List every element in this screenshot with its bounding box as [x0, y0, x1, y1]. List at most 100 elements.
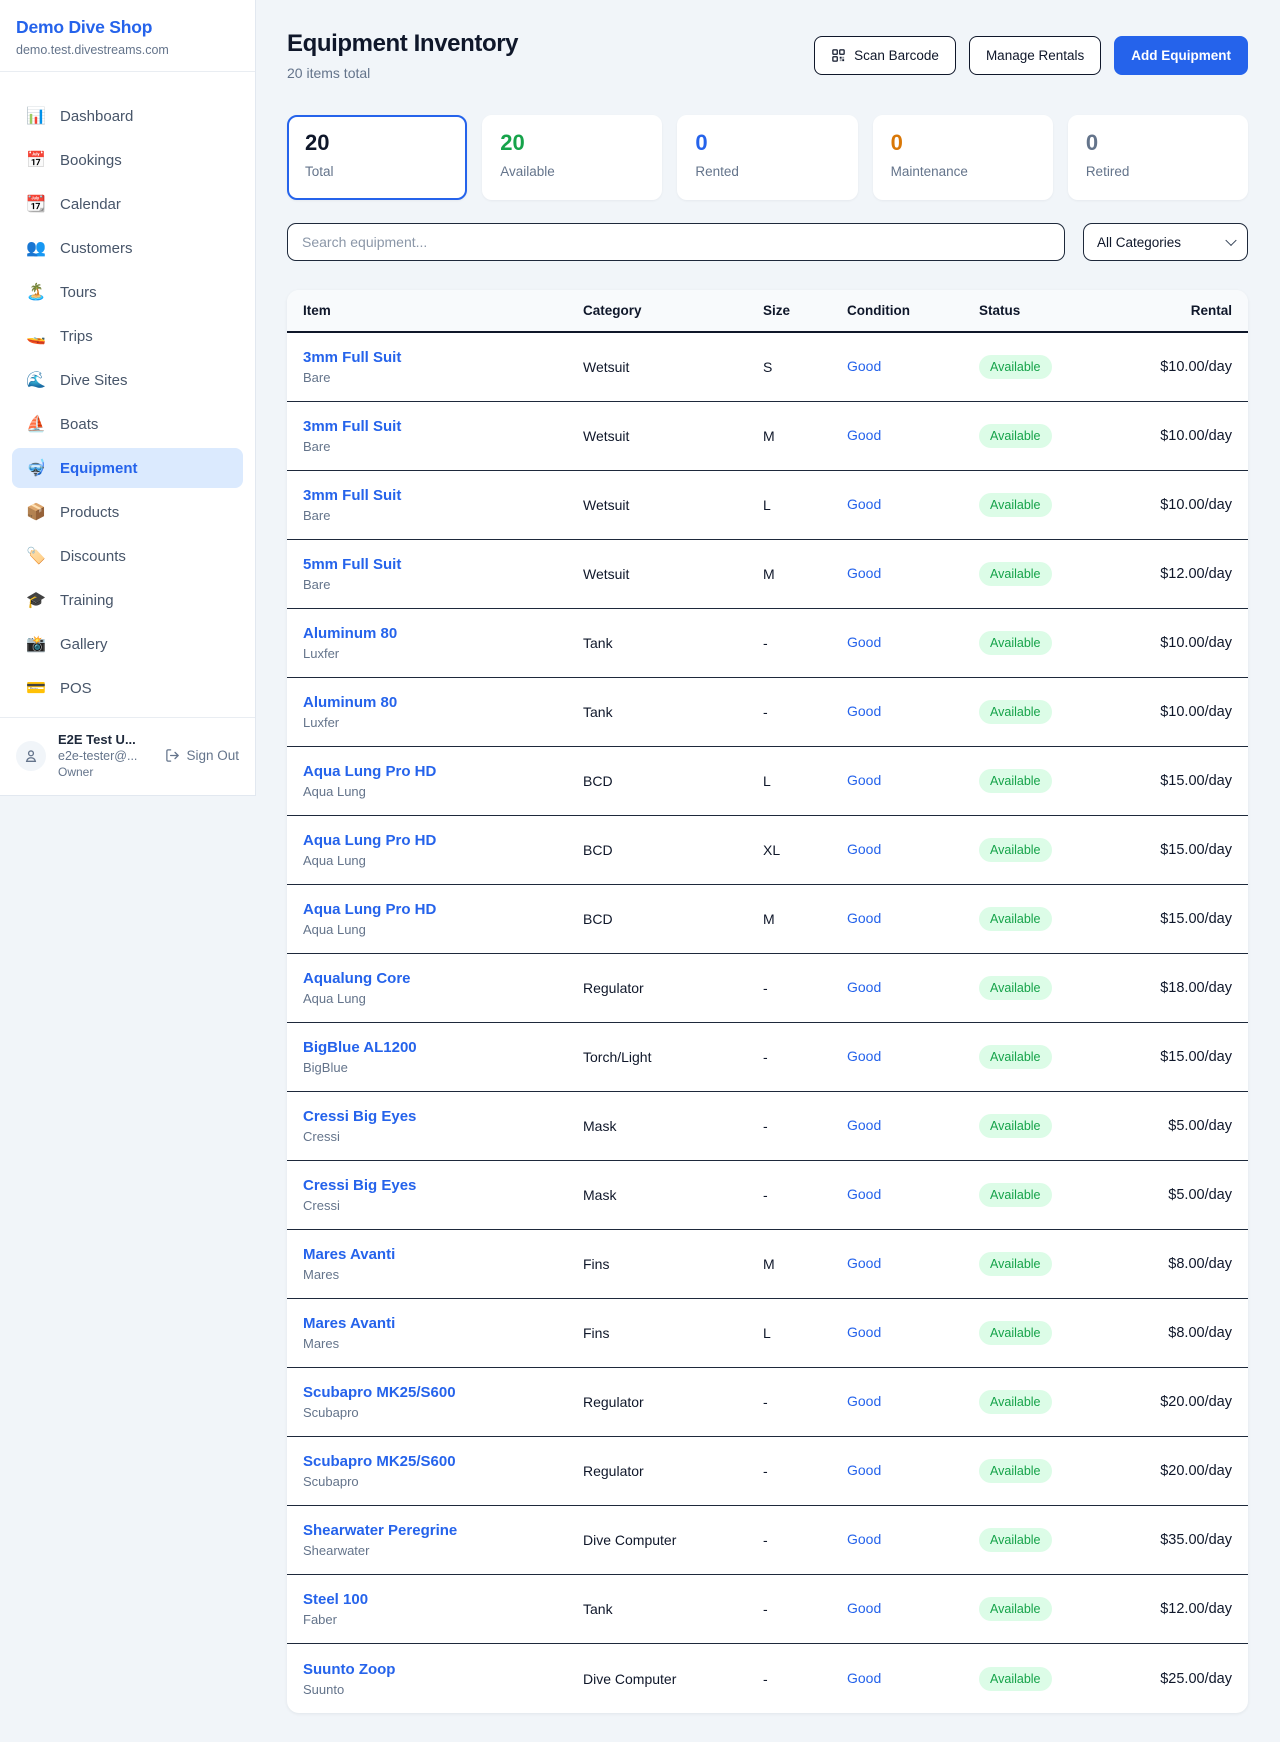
- page-header: Equipment Inventory 20 items total Scan …: [287, 30, 1248, 81]
- equipment-name-link[interactable]: Mares Avanti: [303, 1246, 395, 1263]
- stat-value: 0: [695, 131, 839, 155]
- rental-price: $5.00/day: [1139, 1118, 1232, 1134]
- equipment-name-link[interactable]: Suunto Zoop: [303, 1661, 395, 1678]
- equipment-brand: Suunto: [303, 1682, 583, 1697]
- equipment-name-link[interactable]: Aqua Lung Pro HD: [303, 763, 436, 780]
- equipment-brand: Faber: [303, 1612, 583, 1627]
- sidebar-item-calendar[interactable]: 📆 Calendar: [12, 184, 243, 224]
- item-cell: Aluminum 80 Luxfer: [303, 625, 583, 661]
- condition-link[interactable]: Good: [847, 427, 881, 443]
- status-badge: Available: [979, 493, 1052, 517]
- category-select[interactable]: All Categories: [1083, 223, 1248, 261]
- status-badge: Available: [979, 1667, 1052, 1691]
- status-cell: Available: [979, 907, 1139, 931]
- sidebar-item-bookings[interactable]: 📅 Bookings: [12, 140, 243, 180]
- equipment-name-link[interactable]: Mares Avanti: [303, 1315, 395, 1332]
- stat-card-total[interactable]: 20 Total: [287, 115, 467, 200]
- condition-link[interactable]: Good: [847, 358, 881, 374]
- bar-chart-icon: 📊: [26, 106, 46, 126]
- user-info: E2E Test U... e2e-tester@... Owner: [58, 732, 137, 779]
- equipment-name-link[interactable]: Cressi Big Eyes: [303, 1108, 416, 1125]
- condition-cell: Good: [847, 496, 979, 514]
- package-icon: 📦: [26, 502, 46, 522]
- condition-link[interactable]: Good: [847, 1048, 881, 1064]
- sidebar-item-dashboard[interactable]: 📊 Dashboard: [12, 96, 243, 136]
- equipment-name-link[interactable]: 3mm Full Suit: [303, 487, 401, 504]
- condition-link[interactable]: Good: [847, 1462, 881, 1478]
- condition-link[interactable]: Good: [847, 1600, 881, 1616]
- sidebar-item-products[interactable]: 📦 Products: [12, 492, 243, 532]
- equipment-name-link[interactable]: 3mm Full Suit: [303, 418, 401, 435]
- category-cell: Wetsuit: [583, 566, 763, 582]
- sidebar-item-boats[interactable]: ⛵ Boats: [12, 404, 243, 444]
- stat-card-maintenance[interactable]: 0 Maintenance: [873, 115, 1053, 200]
- table-row: Scubapro MK25/S600 Scubapro Regulator - …: [287, 1437, 1248, 1506]
- stat-value: 20: [500, 131, 644, 155]
- equipment-name-link[interactable]: Aqua Lung Pro HD: [303, 832, 436, 849]
- item-cell: Aqualung Core Aqua Lung: [303, 970, 583, 1006]
- sidebar-item-training[interactable]: 🎓 Training: [12, 580, 243, 620]
- manage-rentals-label: Manage Rentals: [986, 48, 1084, 63]
- condition-cell: Good: [847, 1670, 979, 1688]
- sidebar-item-gallery[interactable]: 📸 Gallery: [12, 624, 243, 664]
- condition-link[interactable]: Good: [847, 496, 881, 512]
- sidebar-item-tours[interactable]: 🏝️ Tours: [12, 272, 243, 312]
- condition-link[interactable]: Good: [847, 1324, 881, 1340]
- equipment-name-link[interactable]: Shearwater Peregrine: [303, 1522, 457, 1539]
- speedboat-icon: 🚤: [26, 326, 46, 346]
- equipment-name-link[interactable]: Aqualung Core: [303, 970, 411, 987]
- equipment-brand: Bare: [303, 508, 583, 523]
- equipment-name-link[interactable]: Scubapro MK25/S600: [303, 1453, 456, 1470]
- equipment-name-link[interactable]: BigBlue AL1200: [303, 1039, 417, 1056]
- sidebar-item-equipment[interactable]: 🤿 Equipment: [12, 448, 243, 488]
- equipment-brand: Scubapro: [303, 1474, 583, 1489]
- condition-link[interactable]: Good: [847, 979, 881, 995]
- search-input[interactable]: [287, 223, 1065, 261]
- equipment-name-link[interactable]: Aqua Lung Pro HD: [303, 901, 436, 918]
- equipment-name-link[interactable]: Aluminum 80: [303, 694, 397, 711]
- stat-card-retired[interactable]: 0 Retired: [1068, 115, 1248, 200]
- stat-card-available[interactable]: 20 Available: [482, 115, 662, 200]
- sidebar-item-dive-sites[interactable]: 🌊 Dive Sites: [12, 360, 243, 400]
- sidebar-item-customers[interactable]: 👥 Customers: [12, 228, 243, 268]
- condition-link[interactable]: Good: [847, 772, 881, 788]
- sign-out-button[interactable]: Sign Out: [165, 748, 239, 763]
- item-cell: Scubapro MK25/S600 Scubapro: [303, 1453, 583, 1489]
- condition-link[interactable]: Good: [847, 634, 881, 650]
- item-cell: 5mm Full Suit Bare: [303, 556, 583, 592]
- condition-link[interactable]: Good: [847, 1117, 881, 1133]
- rental-price: $25.00/day: [1139, 1671, 1232, 1687]
- condition-link[interactable]: Good: [847, 841, 881, 857]
- condition-link[interactable]: Good: [847, 1670, 881, 1686]
- size-cell: -: [763, 1049, 847, 1065]
- condition-link[interactable]: Good: [847, 1186, 881, 1202]
- condition-link[interactable]: Good: [847, 910, 881, 926]
- condition-link[interactable]: Good: [847, 1393, 881, 1409]
- equipment-name-link[interactable]: 5mm Full Suit: [303, 556, 401, 573]
- size-cell: -: [763, 1187, 847, 1203]
- manage-rentals-button[interactable]: Manage Rentals: [969, 36, 1101, 75]
- size-cell: -: [763, 1671, 847, 1687]
- equipment-name-link[interactable]: Scubapro MK25/S600: [303, 1384, 456, 1401]
- equipment-name-link[interactable]: Cressi Big Eyes: [303, 1177, 416, 1194]
- stat-value: 20: [305, 131, 449, 155]
- condition-link[interactable]: Good: [847, 703, 881, 719]
- condition-link[interactable]: Good: [847, 565, 881, 581]
- condition-link[interactable]: Good: [847, 1255, 881, 1271]
- condition-link[interactable]: Good: [847, 1531, 881, 1547]
- sidebar-item-trips[interactable]: 🚤 Trips: [12, 316, 243, 356]
- equipment-name-link[interactable]: 3mm Full Suit: [303, 349, 401, 366]
- add-equipment-button[interactable]: Add Equipment: [1114, 36, 1248, 75]
- item-cell: Aluminum 80 Luxfer: [303, 694, 583, 730]
- equipment-name-link[interactable]: Steel 100: [303, 1591, 368, 1608]
- sidebar-item-discounts[interactable]: 🏷️ Discounts: [12, 536, 243, 576]
- stat-card-rented[interactable]: 0 Rented: [677, 115, 857, 200]
- category-cell: BCD: [583, 773, 763, 789]
- status-badge: Available: [979, 355, 1052, 379]
- equipment-name-link[interactable]: Aluminum 80: [303, 625, 397, 642]
- filter-row: All Categories: [287, 223, 1248, 261]
- status-badge: Available: [979, 424, 1052, 448]
- equipment-brand: Luxfer: [303, 715, 583, 730]
- sidebar-item-pos[interactable]: 💳 POS: [12, 668, 243, 708]
- scan-barcode-button[interactable]: Scan Barcode: [814, 36, 956, 75]
